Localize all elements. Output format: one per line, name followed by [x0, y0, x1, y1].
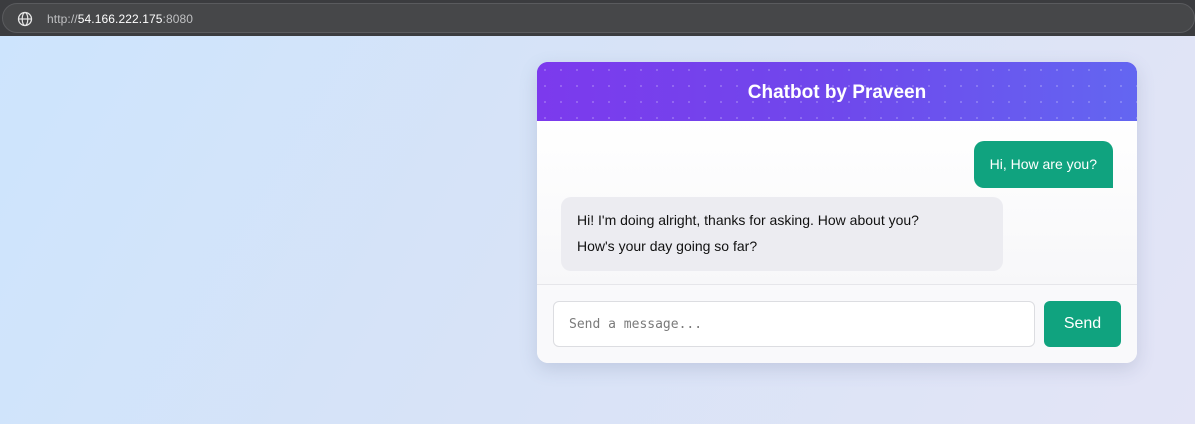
browser-address-bar: http://54.166.222.175:8080 [0, 0, 1195, 36]
url-field[interactable]: http://54.166.222.175:8080 [2, 3, 1195, 33]
url-port: :8080 [162, 12, 194, 26]
bot-message: Hi! I'm doing alright, thanks for asking… [561, 197, 1003, 271]
chat-window: Chatbot by Praveen Hi, How are you? Hi! … [537, 62, 1137, 363]
chat-title: Chatbot by Praveen [747, 82, 927, 103]
url-text: http://54.166.222.175:8080 [47, 12, 193, 26]
composer: Send [537, 285, 1137, 363]
send-button[interactable]: Send [1044, 301, 1121, 347]
page-background: Chatbot by Praveen Hi, How are you? Hi! … [0, 36, 1195, 424]
bot-message-line: How's your day going so far? [577, 238, 758, 254]
url-host: 54.166.222.175 [77, 12, 163, 26]
bot-message-line: Hi! I'm doing alright, thanks for asking… [577, 212, 919, 228]
globe-icon [17, 11, 33, 27]
url-scheme: http:// [47, 12, 78, 26]
message-list[interactable]: Hi, How are you? Hi! I'm doing alright, … [537, 121, 1137, 284]
message-input[interactable] [553, 301, 1035, 347]
chat-header: Chatbot by Praveen [537, 62, 1137, 121]
user-message: Hi, How are you? [973, 141, 1113, 188]
